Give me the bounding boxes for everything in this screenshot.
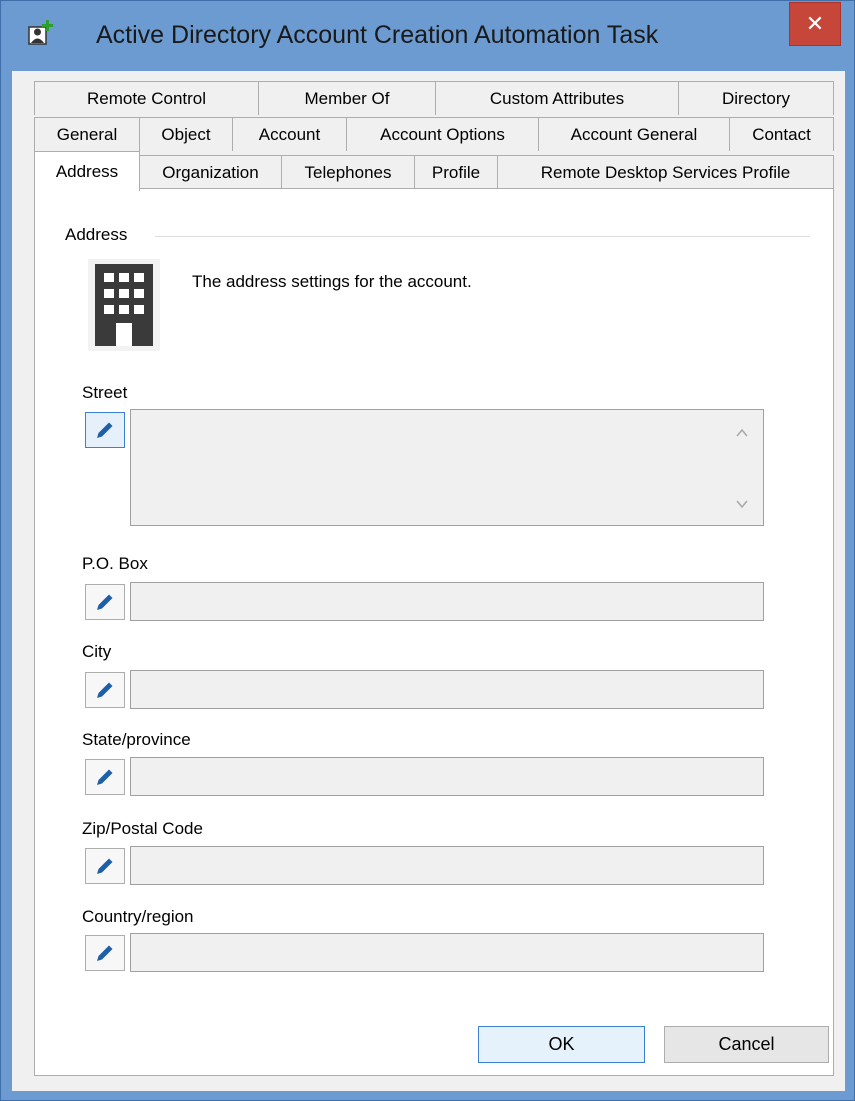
zip-postal-code-field[interactable] bbox=[130, 846, 764, 885]
title-bar[interactable]: Active Directory Account Creation Automa… bbox=[1, 1, 854, 71]
scroll-down-icon[interactable] bbox=[735, 497, 749, 511]
city-edit-button[interactable] bbox=[85, 672, 125, 708]
tab-row-2: General Object Account Account Options A… bbox=[34, 117, 834, 151]
po-box-field[interactable] bbox=[130, 582, 764, 621]
ok-button[interactable]: OK bbox=[478, 1026, 645, 1063]
state-province-label: State/province bbox=[82, 730, 191, 749]
pencil-icon bbox=[97, 945, 113, 961]
zip-postal-code-label: Zip/Postal Code bbox=[82, 819, 203, 838]
city-label: City bbox=[82, 642, 112, 661]
tab-object[interactable]: Object bbox=[139, 117, 233, 151]
street-textarea[interactable] bbox=[130, 409, 764, 526]
tab-remote-desktop-services-profile[interactable]: Remote Desktop Services Profile bbox=[497, 155, 834, 189]
country-region-field[interactable] bbox=[130, 933, 764, 972]
building-icon bbox=[88, 259, 160, 351]
tab-row-3: Address Organization Telephones Profile … bbox=[34, 151, 834, 191]
group-title: Address bbox=[65, 225, 128, 244]
pencil-icon bbox=[97, 594, 113, 610]
pencil-icon bbox=[97, 858, 113, 874]
tab-telephones[interactable]: Telephones bbox=[281, 155, 415, 189]
tab-profile[interactable]: Profile bbox=[414, 155, 498, 189]
state-province-field[interactable] bbox=[130, 757, 764, 796]
pencil-icon bbox=[97, 769, 113, 785]
po-box-edit-button[interactable] bbox=[85, 584, 125, 620]
tab-row-1: Remote Control Member Of Custom Attribut… bbox=[34, 81, 834, 115]
tab-remote-control[interactable]: Remote Control bbox=[34, 81, 259, 115]
street-label: Street bbox=[82, 383, 128, 402]
tab-account[interactable]: Account bbox=[232, 117, 347, 151]
close-icon: ✕ bbox=[805, 11, 825, 36]
pencil-icon bbox=[97, 422, 113, 438]
tab-custom-attributes[interactable]: Custom Attributes bbox=[435, 81, 679, 115]
dialog-client-area: Remote Control Member Of Custom Attribut… bbox=[12, 71, 845, 1091]
tab-general[interactable]: General bbox=[34, 117, 140, 151]
po-box-label: P.O. Box bbox=[82, 554, 148, 573]
tab-contact[interactable]: Contact bbox=[729, 117, 834, 151]
cancel-button[interactable]: Cancel bbox=[664, 1026, 829, 1063]
window-title: Active Directory Account Creation Automa… bbox=[96, 21, 659, 49]
tab-address[interactable]: Address bbox=[34, 151, 140, 191]
tab-account-general[interactable]: Account General bbox=[538, 117, 730, 151]
zip-postal-code-edit-button[interactable] bbox=[85, 848, 125, 884]
street-edit-button[interactable] bbox=[85, 412, 125, 448]
tab-organization[interactable]: Organization bbox=[139, 155, 282, 189]
group-divider bbox=[155, 236, 810, 237]
user-add-icon bbox=[28, 20, 53, 45]
country-region-edit-button[interactable] bbox=[85, 935, 125, 971]
dialog-window: Active Directory Account Creation Automa… bbox=[0, 0, 855, 1101]
panel-description: The address settings for the account. bbox=[192, 272, 472, 291]
tab-directory[interactable]: Directory bbox=[678, 81, 834, 115]
country-region-label: Country/region bbox=[82, 907, 194, 926]
tab-account-options[interactable]: Account Options bbox=[346, 117, 539, 151]
city-field[interactable] bbox=[130, 670, 764, 709]
state-province-edit-button[interactable] bbox=[85, 759, 125, 795]
close-button[interactable]: ✕ bbox=[789, 2, 841, 46]
scroll-up-icon[interactable] bbox=[735, 426, 749, 440]
tab-member-of[interactable]: Member Of bbox=[258, 81, 436, 115]
pencil-icon bbox=[97, 682, 113, 698]
address-tab-panel: Address The address settings for the acc… bbox=[34, 188, 834, 1076]
